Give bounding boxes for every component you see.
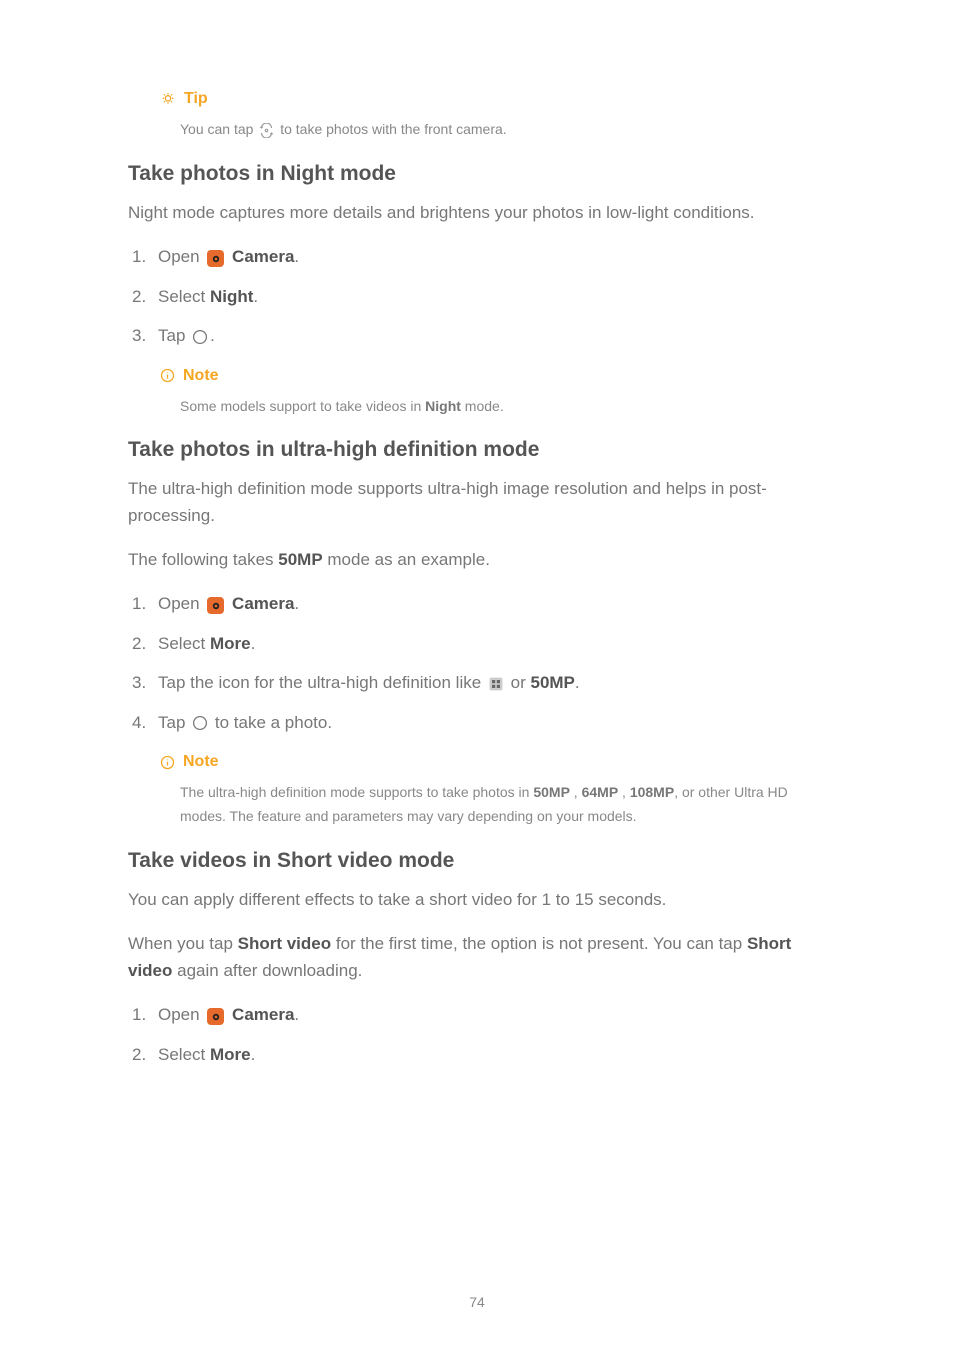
step-text: Tap	[158, 713, 190, 732]
step-bold: Camera	[232, 594, 294, 613]
shutter-icon	[192, 329, 208, 345]
tip-header: Tip	[158, 90, 826, 108]
step-text: Open	[158, 594, 204, 613]
note-bold: 64MP	[582, 784, 619, 800]
list-item: Select Night.	[128, 284, 826, 310]
step-text: Tap the icon for the ultra-high definiti…	[158, 673, 486, 692]
lightbulb-icon	[160, 91, 176, 107]
step-text: Select	[158, 634, 210, 653]
info-icon	[160, 755, 175, 770]
note-post: mode.	[461, 398, 504, 414]
list-item: Tap the icon for the ultra-high definiti…	[128, 670, 826, 696]
note-part: ,	[570, 784, 582, 800]
switch-camera-icon	[259, 123, 274, 138]
note-label: Note	[183, 753, 219, 771]
step-post: .	[294, 247, 299, 266]
note-part: The ultra-high definition mode supports …	[180, 784, 533, 800]
step-text: Tap	[158, 326, 190, 345]
desc-pre: The following takes	[128, 550, 278, 569]
note-block: Note Some models support to take videos …	[158, 367, 826, 419]
step-post: .	[251, 634, 256, 653]
heading-night-mode: Take photos in Night mode	[128, 162, 826, 186]
step-text: Open	[158, 247, 204, 266]
desc-bold: Short video	[238, 934, 332, 953]
step-post: .	[253, 287, 258, 306]
desc-short-1: You can apply different effects to take …	[128, 887, 826, 913]
steps-uhd-mode: Open Camera. Select More. Tap the icon f…	[128, 591, 826, 735]
step-post: .	[210, 326, 215, 345]
list-item: Open Camera.	[128, 591, 826, 617]
note-body: The ultra-high definition mode supports …	[180, 781, 826, 829]
page-number: 74	[0, 1294, 954, 1310]
step-bold: Night	[210, 287, 253, 306]
desc-short-2: When you tap Short video for the first t…	[128, 931, 826, 984]
desc-uhd-1: The ultra-high definition mode supports …	[128, 476, 826, 529]
step-text: Select	[158, 287, 210, 306]
note-part: ,	[618, 784, 630, 800]
note-pre: Some models support to take videos in	[180, 398, 425, 414]
step-post: .	[575, 673, 580, 692]
desc-uhd-2: The following takes 50MP mode as an exam…	[128, 547, 826, 573]
steps-short-video: Open Camera. Select More.	[128, 1002, 826, 1067]
desc-pre: When you tap	[128, 934, 238, 953]
tip-label: Tip	[184, 90, 208, 108]
step-bold: 50MP	[530, 673, 574, 692]
step-bold: Camera	[232, 247, 294, 266]
list-item: Select More.	[128, 1042, 826, 1068]
note-block: Note The ultra-high definition mode supp…	[158, 753, 826, 829]
note-header: Note	[158, 753, 826, 771]
step-mid: or	[506, 673, 531, 692]
camera-app-icon	[207, 250, 224, 267]
heading-uhd-mode: Take photos in ultra-high definition mod…	[128, 438, 826, 462]
uhd-icon	[488, 676, 504, 692]
note-bold: 50MP	[533, 784, 570, 800]
desc-post: again after downloading.	[172, 961, 362, 980]
desc-bold: 50MP	[278, 550, 322, 569]
step-text: Open	[158, 1005, 204, 1024]
step-post: .	[294, 1005, 299, 1024]
shutter-icon	[192, 715, 208, 731]
step-post: .	[294, 594, 299, 613]
list-item: Tap to take a photo.	[128, 710, 826, 736]
note-body: Some models support to take videos in Ni…	[180, 395, 826, 419]
note-header: Note	[158, 367, 826, 385]
info-icon	[160, 368, 175, 383]
step-post: .	[251, 1045, 256, 1064]
camera-app-icon	[207, 597, 224, 614]
list-item: Open Camera.	[128, 1002, 826, 1028]
step-bold: More	[210, 1045, 251, 1064]
step-post: to take a photo.	[210, 713, 332, 732]
desc-night-mode: Night mode captures more details and bri…	[128, 200, 826, 226]
heading-short-video: Take videos in Short video mode	[128, 849, 826, 873]
desc-mid: for the first time, the option is not pr…	[331, 934, 747, 953]
tip-block: Tip You can tap to take photos with the …	[158, 90, 826, 142]
step-bold: More	[210, 634, 251, 653]
tip-body: You can tap to take photos with the fron…	[180, 118, 826, 142]
desc-post: mode as an example.	[323, 550, 490, 569]
step-text: Select	[158, 1045, 210, 1064]
note-label: Note	[183, 367, 219, 385]
tip-text-pre: You can tap	[180, 121, 257, 137]
steps-night-mode: Open Camera. Select Night. Tap .	[128, 244, 826, 349]
note-bold: 108MP	[630, 784, 674, 800]
camera-app-icon	[207, 1008, 224, 1025]
list-item: Open Camera.	[128, 244, 826, 270]
list-item: Select More.	[128, 631, 826, 657]
step-bold: Camera	[232, 1005, 294, 1024]
list-item: Tap .	[128, 323, 826, 349]
note-bold: Night	[425, 398, 461, 414]
tip-text-post: to take photos with the front camera.	[280, 121, 506, 137]
